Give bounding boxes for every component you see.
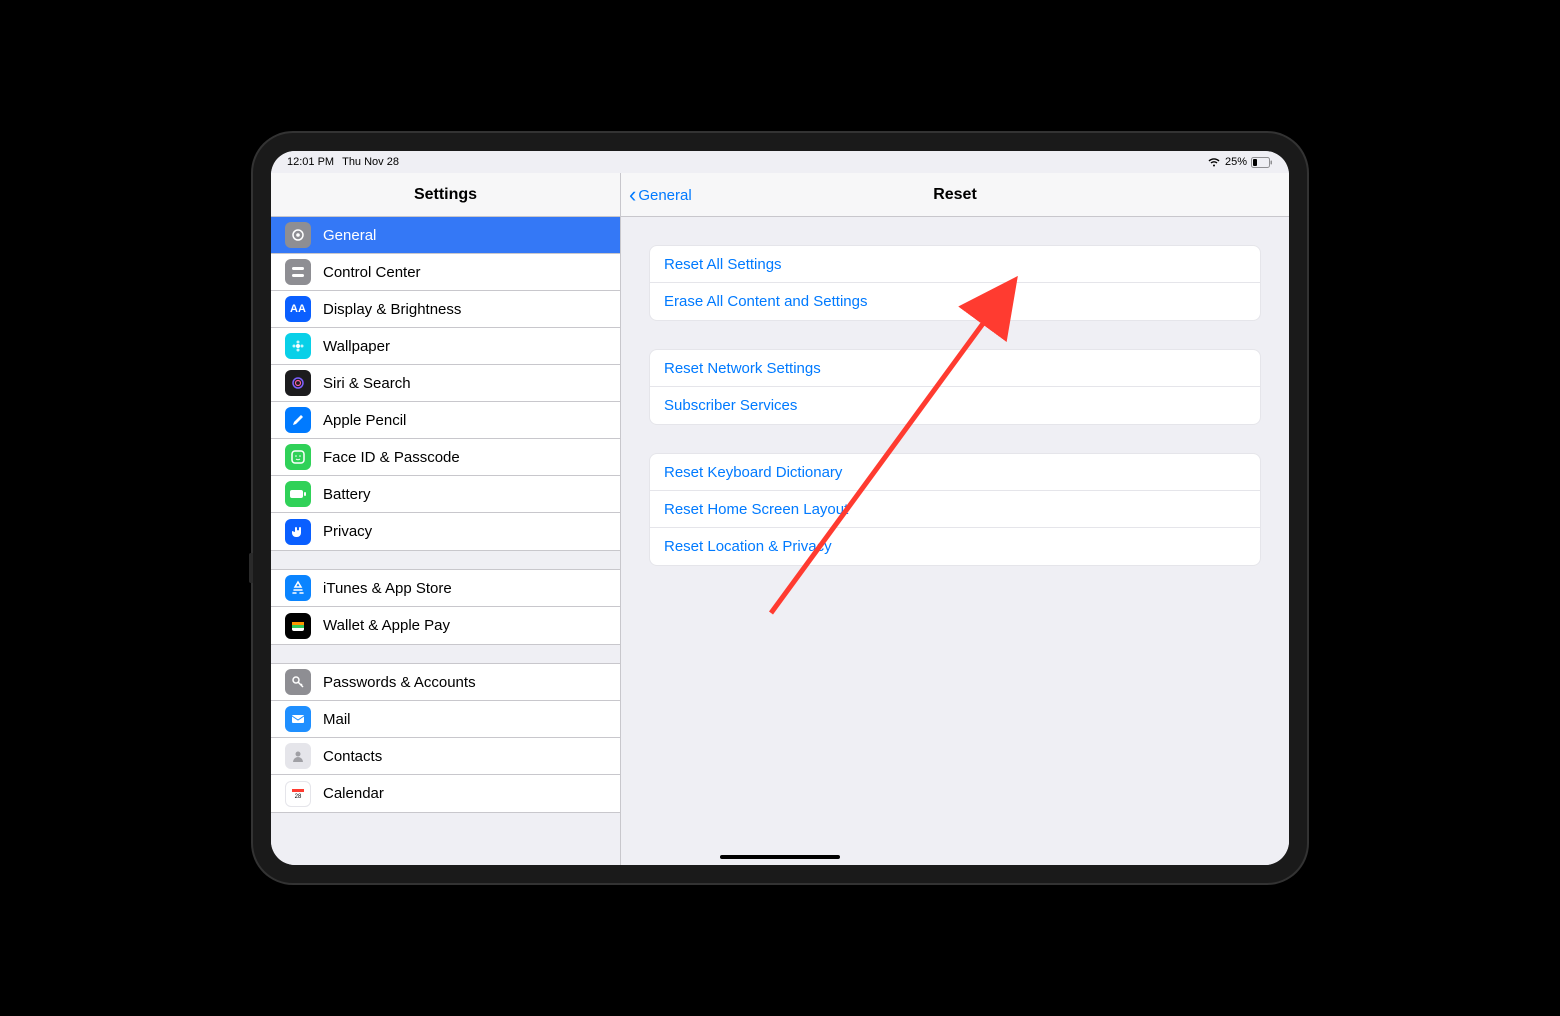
pencil-icon <box>285 407 311 433</box>
sidebar-item-wallpaper[interactable]: Wallpaper <box>271 328 620 365</box>
reset-group-1: Reset All Settings Erase All Content and… <box>649 245 1261 321</box>
sidebar-item-control-center[interactable]: Control Center <box>271 254 620 291</box>
sidebar: Settings General Control Center AA Displ… <box>271 173 621 865</box>
appstore-icon <box>285 575 311 601</box>
sidebar-item-label: General <box>323 227 376 244</box>
erase-all-content[interactable]: Erase All Content and Settings <box>650 283 1260 320</box>
sidebar-item-label: Display & Brightness <box>323 301 461 318</box>
wifi-icon <box>1207 157 1221 167</box>
sidebar-item-label: Face ID & Passcode <box>323 449 460 466</box>
sidebar-item-label: Mail <box>323 711 351 728</box>
sidebar-item-label: Siri & Search <box>323 375 411 392</box>
sidebar-item-label: Control Center <box>323 264 421 281</box>
back-button[interactable]: ‹ General <box>629 173 692 217</box>
sidebar-item-label: Privacy <box>323 523 372 540</box>
sidebar-item-label: Wallpaper <box>323 338 390 355</box>
sidebar-item-itunes[interactable]: iTunes & App Store <box>271 570 620 607</box>
sidebar-item-faceid[interactable]: Face ID & Passcode <box>271 439 620 476</box>
sidebar-item-label: Calendar <box>323 785 384 802</box>
home-indicator[interactable] <box>720 855 840 859</box>
text-size-icon: AA <box>285 296 311 322</box>
sidebar-group-3: Passwords & Accounts Mail Contacts 28 Ca… <box>271 663 620 813</box>
sidebar-title: Settings <box>271 173 620 217</box>
reset-location-privacy[interactable]: Reset Location & Privacy <box>650 528 1260 565</box>
status-time: 12:01 PM <box>287 156 334 168</box>
detail-pane: ‹ General Reset Reset All Settings Erase… <box>621 173 1289 865</box>
status-bar: 12:01 PM Thu Nov 28 25% <box>271 151 1289 173</box>
sidebar-item-contacts[interactable]: Contacts <box>271 738 620 775</box>
status-date: Thu Nov 28 <box>342 156 399 168</box>
contacts-icon <box>285 743 311 769</box>
sidebar-item-display[interactable]: AA Display & Brightness <box>271 291 620 328</box>
sidebar-group-1: General Control Center AA Display & Brig… <box>271 217 620 551</box>
sidebar-item-privacy[interactable]: Privacy <box>271 513 620 550</box>
wallet-icon <box>285 613 311 639</box>
sidebar-item-siri[interactable]: Siri & Search <box>271 365 620 402</box>
reset-keyboard[interactable]: Reset Keyboard Dictionary <box>650 454 1260 491</box>
battery-icon <box>1251 157 1273 168</box>
chevron-left-icon: ‹ <box>629 184 636 206</box>
reset-home-layout[interactable]: Reset Home Screen Layout <box>650 491 1260 528</box>
ipad-frame: 12:01 PM Thu Nov 28 25% Settings <box>253 133 1307 883</box>
subscriber-services[interactable]: Subscriber Services <box>650 387 1260 424</box>
sidebar-item-calendar[interactable]: 28 Calendar <box>271 775 620 812</box>
sidebar-item-label: iTunes & App Store <box>323 580 452 597</box>
siri-icon <box>285 370 311 396</box>
hand-icon <box>285 519 311 545</box>
reset-group-3: Reset Keyboard Dictionary Reset Home Scr… <box>649 453 1261 566</box>
reset-network[interactable]: Reset Network Settings <box>650 350 1260 387</box>
sidebar-item-apple-pencil[interactable]: Apple Pencil <box>271 402 620 439</box>
reset-all-settings[interactable]: Reset All Settings <box>650 246 1260 283</box>
calendar-icon: 28 <box>285 781 311 807</box>
faceid-icon <box>285 444 311 470</box>
reset-group-2: Reset Network Settings Subscriber Servic… <box>649 349 1261 425</box>
battery-percent: 25% <box>1225 156 1247 168</box>
detail-header: ‹ General Reset <box>621 173 1289 217</box>
mail-icon <box>285 706 311 732</box>
sidebar-item-battery[interactable]: Battery <box>271 476 620 513</box>
sidebar-item-wallet[interactable]: Wallet & Apple Pay <box>271 607 620 644</box>
svg-text:28: 28 <box>295 794 302 800</box>
sidebar-item-label: Apple Pencil <box>323 412 406 429</box>
flower-icon <box>285 333 311 359</box>
gear-icon <box>285 222 311 248</box>
screen: 12:01 PM Thu Nov 28 25% Settings <box>271 151 1289 865</box>
back-label: General <box>638 187 691 204</box>
sidebar-item-mail[interactable]: Mail <box>271 701 620 738</box>
detail-title: Reset <box>933 186 977 204</box>
sidebar-item-general[interactable]: General <box>271 217 620 254</box>
battery-icon <box>285 481 311 507</box>
sidebar-item-passwords[interactable]: Passwords & Accounts <box>271 664 620 701</box>
sidebar-item-label: Contacts <box>323 748 382 765</box>
key-icon <box>285 669 311 695</box>
sidebar-item-label: Wallet & Apple Pay <box>323 617 450 634</box>
toggles-icon <box>285 259 311 285</box>
sidebar-item-label: Passwords & Accounts <box>323 674 476 691</box>
side-button <box>249 553 253 583</box>
sidebar-item-label: Battery <box>323 486 371 503</box>
sidebar-group-2: iTunes & App Store Wallet & Apple Pay <box>271 569 620 645</box>
